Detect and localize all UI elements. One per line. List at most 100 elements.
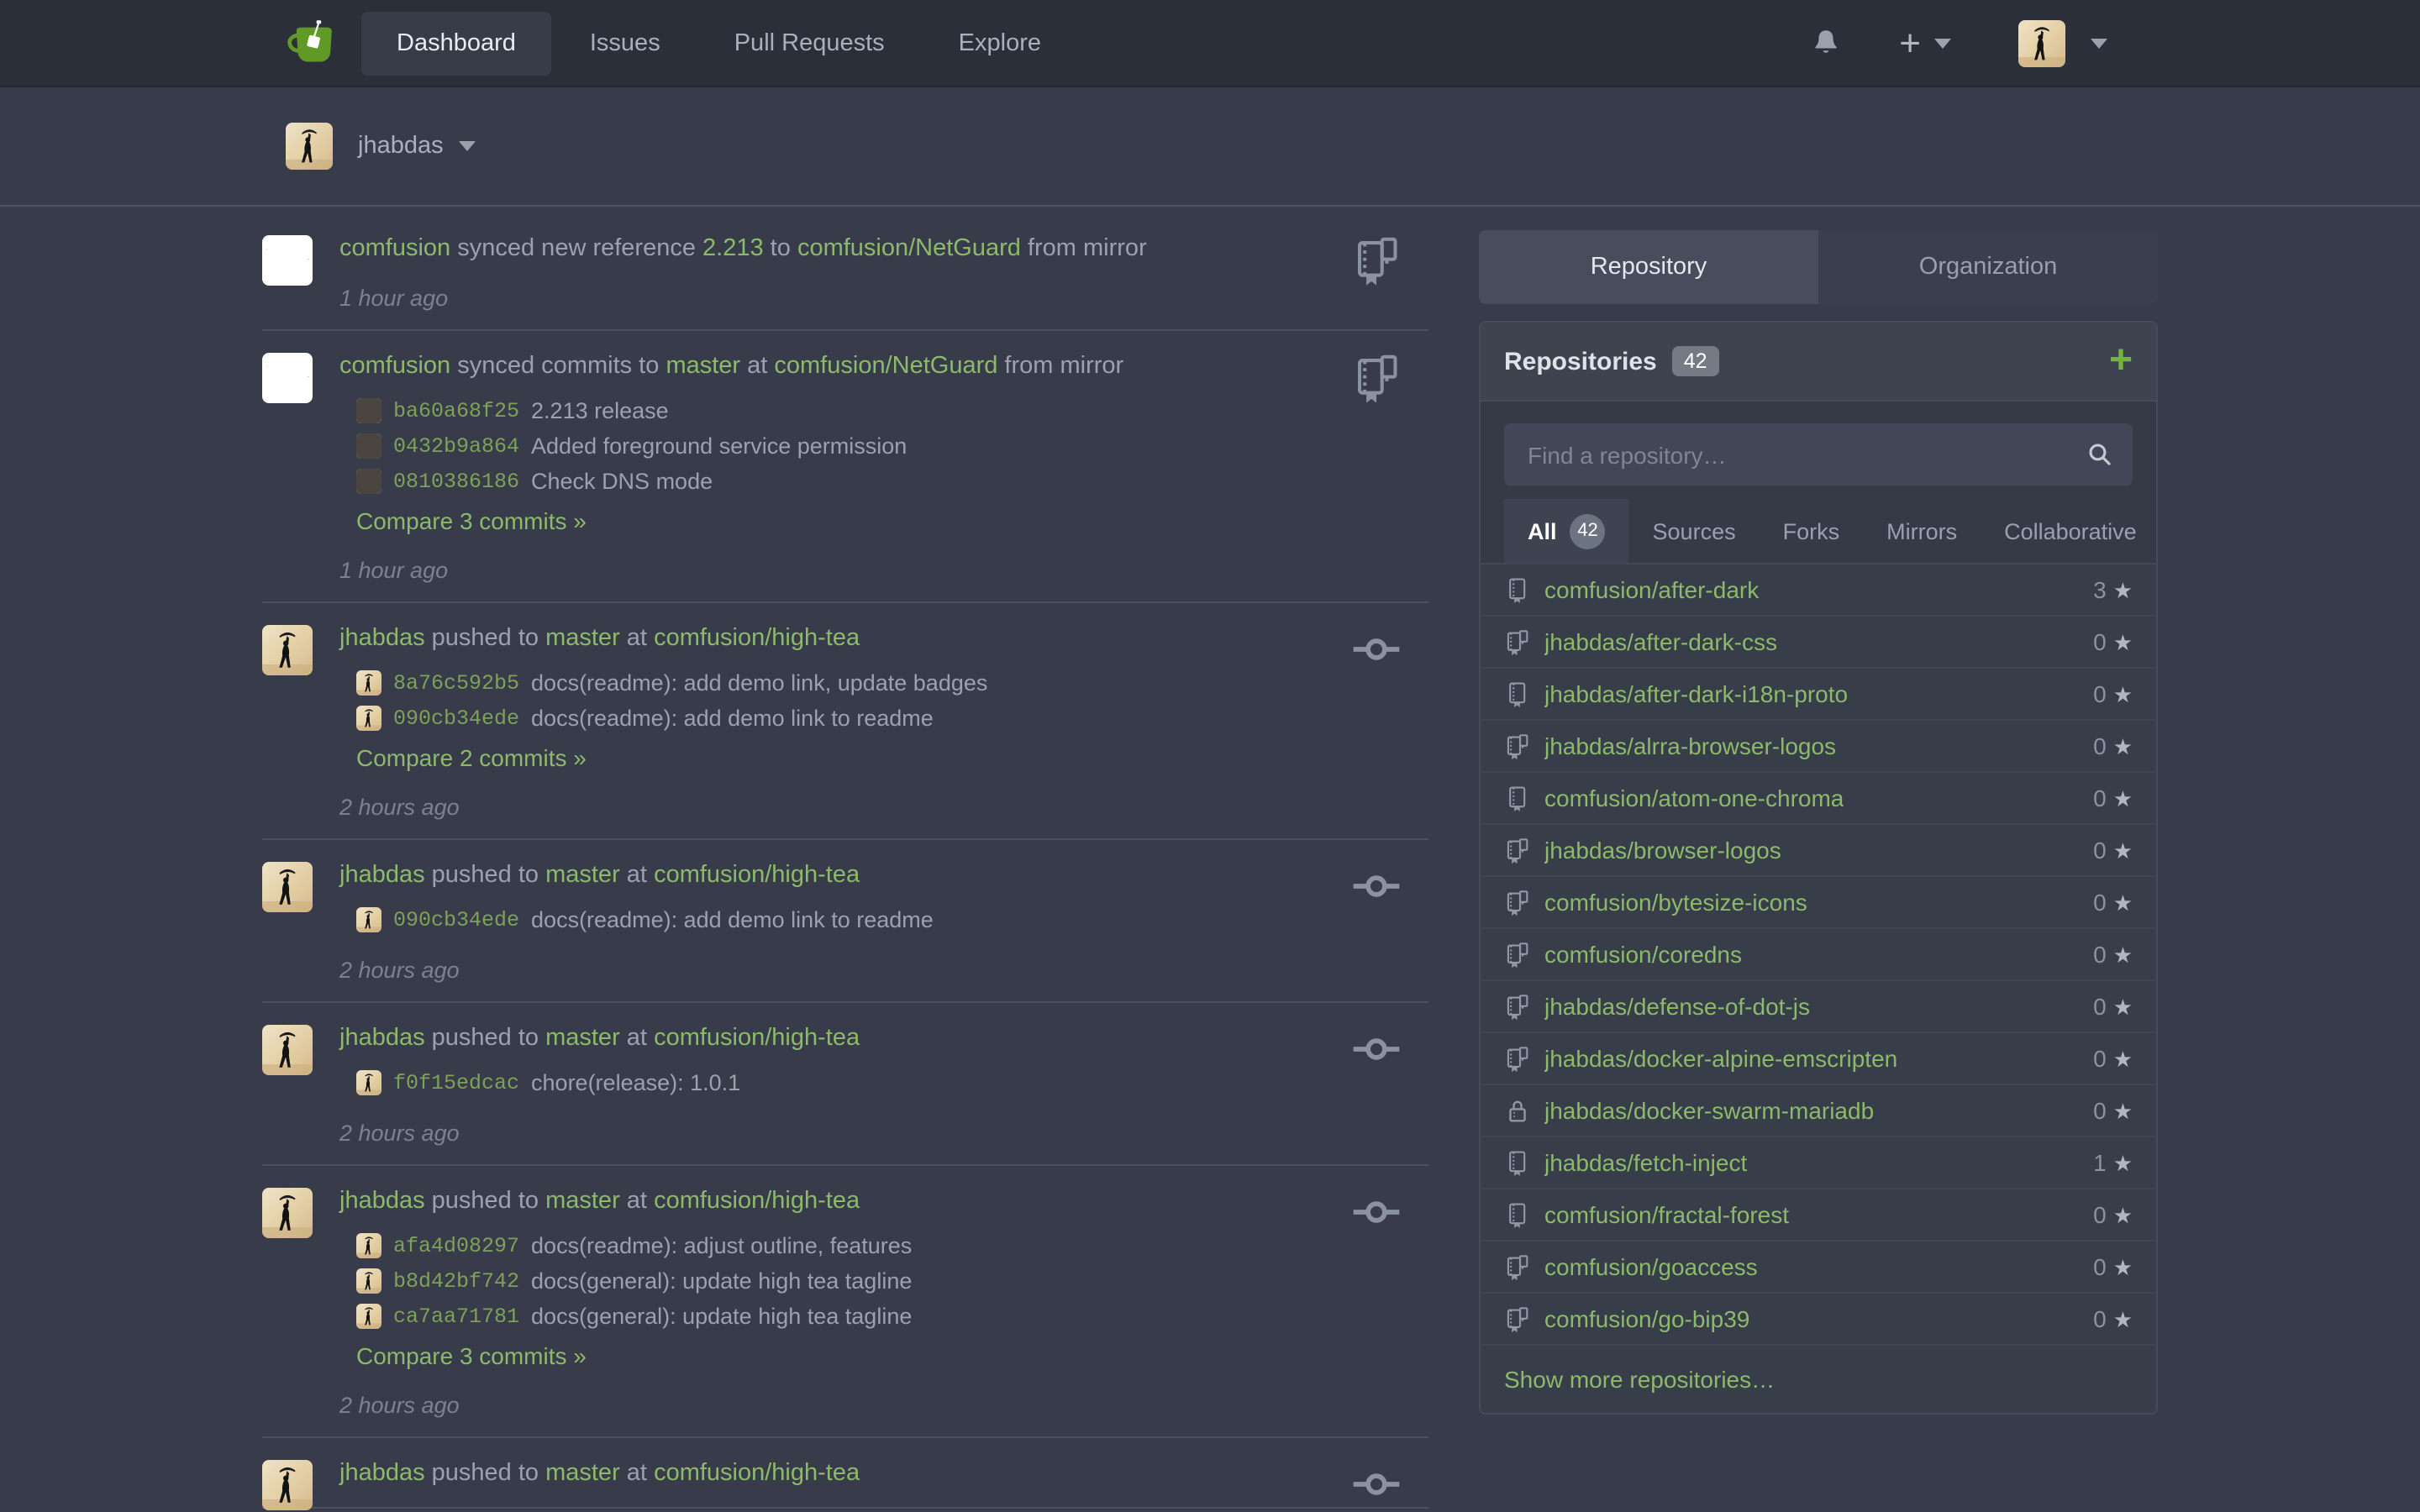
feed-link[interactable]: master [545, 1188, 620, 1215]
commit-sha-link[interactable]: 8a76c592b5 [393, 671, 519, 695]
repo-link[interactable]: jhabdas/fetch-inject [1544, 1149, 1747, 1176]
repo-link[interactable]: jhabdas/docker-alpine-emscripten [1544, 1045, 1897, 1072]
feed-link[interactable]: master [545, 862, 620, 889]
feed-link[interactable]: jhabdas [339, 862, 425, 889]
feed-link[interactable]: comfusion/NetGuard [797, 235, 1021, 262]
feed-text: at [740, 353, 774, 380]
context-switcher[interactable]: jhabdas [358, 133, 476, 160]
repo-link[interactable]: comfusion/coredns [1544, 941, 1742, 968]
commit-list: 8a76c592b5 docs(readme): add demo link, … [356, 665, 1428, 736]
compare-commits-link[interactable]: Compare 3 commits » [356, 1339, 587, 1373]
sidebar-tab-repository[interactable]: Repository [1479, 230, 1818, 304]
commit-message: chore(release): 1.0.1 [531, 1070, 740, 1095]
repo-link[interactable]: comfusion/go-bip39 [1544, 1305, 1749, 1332]
feed-link[interactable]: comfusion/high-tea [654, 625, 860, 652]
repo-list-item[interactable]: comfusion/atom-one-chroma 0 ★ [1481, 773, 2156, 825]
star-count: 0 [2093, 1305, 2107, 1332]
navbar-item-pull-requests[interactable]: Pull Requests [699, 11, 920, 75]
feed-link[interactable]: jhabdas [339, 1188, 425, 1215]
feed-text: at [620, 862, 654, 889]
repo-list-item[interactable]: comfusion/bytesize-icons 0 ★ [1481, 877, 2156, 929]
feed-item-title: comfusion synced new reference 2.213 to … [339, 232, 1428, 265]
filter-tab-sources[interactable]: Sources [1629, 499, 1760, 563]
feed-link[interactable]: comfusion/high-tea [654, 1025, 860, 1052]
avatar[interactable] [286, 123, 333, 170]
feed-link[interactable]: master [545, 1025, 620, 1052]
repo-list-item[interactable]: jhabdas/defense-of-dot-js 0 ★ [1481, 981, 2156, 1033]
commit-sha-link[interactable]: 090cb34ede [393, 706, 519, 730]
commit-sha-link[interactable]: b8d42bf742 [393, 1269, 519, 1293]
navbar-item-explore[interactable]: Explore [923, 11, 1076, 75]
repo-list-item[interactable]: comfusion/goaccess 0 ★ [1481, 1242, 2156, 1294]
feed-link[interactable]: comfusion/high-tea [654, 1460, 860, 1487]
repo-link[interactable]: jhabdas/defense-of-dot-js [1544, 993, 1810, 1020]
commit-message: docs(general): update high tea tagline [531, 1268, 912, 1294]
navbar-item-issues[interactable]: Issues [555, 11, 696, 75]
repo-list-item[interactable]: comfusion/coredns 0 ★ [1481, 929, 2156, 981]
repo-mirror-icon [1504, 940, 1531, 969]
navbar-item-dashboard[interactable]: Dashboard [361, 11, 551, 75]
feed-link[interactable]: jhabdas [339, 1025, 425, 1052]
repo-link[interactable]: comfusion/fractal-forest [1544, 1201, 1789, 1228]
gitea-logo-icon[interactable] [286, 15, 341, 71]
timestamp: 2 hours ago [339, 1121, 1428, 1147]
feed-link[interactable]: comfusion/high-tea [654, 1188, 860, 1215]
repo-list-item[interactable]: jhabdas/after-dark-i18n-proto 0 ★ [1481, 669, 2156, 721]
repo-list-item[interactable]: comfusion/go-bip39 0 ★ [1481, 1294, 2156, 1346]
feed-link[interactable]: master [545, 1460, 620, 1487]
commit-sha-link[interactable]: 0432b9a864 [393, 434, 519, 458]
compare-commits-link[interactable]: Compare 3 commits » [356, 504, 587, 538]
repo-link[interactable]: jhabdas/alrra-browser-logos [1544, 732, 1836, 759]
compare-commits-link[interactable]: Compare 2 commits » [356, 741, 587, 774]
filter-tab-all[interactable]: All 42 [1504, 499, 1629, 563]
sidebar-tab-organization[interactable]: Organization [1818, 230, 2158, 304]
repo-list-item[interactable]: jhabdas/after-dark-css 0 ★ [1481, 617, 2156, 669]
filter-label: All [1528, 518, 1557, 543]
commit-sha-link[interactable]: afa4d08297 [393, 1234, 519, 1257]
commit-sha-link[interactable]: f0f15edcac [393, 1071, 519, 1095]
feed-link[interactable]: comfusion [339, 353, 450, 380]
repo-link[interactable]: jhabdas/after-dark-i18n-proto [1544, 680, 1848, 707]
feed-link[interactable]: jhabdas [339, 625, 425, 652]
repo-list-item[interactable]: jhabdas/fetch-inject 1 ★ [1481, 1137, 2156, 1189]
feed-link[interactable]: master [545, 625, 620, 652]
create-new-button[interactable]: + [1899, 24, 1951, 61]
commit-sha-link[interactable]: ca7aa71781 [393, 1305, 519, 1328]
star-count: 0 [2093, 993, 2107, 1020]
bell-icon[interactable] [1812, 27, 1840, 59]
repo-list-item[interactable]: comfusion/after-dark 3 ★ [1481, 564, 2156, 617]
feed-link[interactable]: comfusion [339, 235, 450, 262]
commit-message: docs(readme): add demo link, update badg… [531, 670, 987, 696]
feed-link[interactable]: jhabdas [339, 1460, 425, 1487]
repo-list-item[interactable]: jhabdas/docker-alpine-emscripten 0 ★ [1481, 1033, 2156, 1085]
feed-link[interactable]: comfusion/NetGuard [774, 353, 997, 380]
feed-item-body: jhabdas pushed to master at comfusion/hi… [339, 1457, 1428, 1490]
commit-sha-link[interactable]: 0810386186 [393, 470, 519, 493]
feed-link[interactable]: master [666, 353, 740, 380]
repo-link[interactable]: comfusion/after-dark [1544, 576, 1759, 603]
filter-tab-forks[interactable]: Forks [1760, 499, 1864, 563]
repo-link[interactable]: comfusion/goaccess [1544, 1253, 1758, 1280]
search-icon[interactable] [2087, 442, 2112, 467]
user-menu-button[interactable] [2018, 19, 2107, 66]
add-repository-button[interactable]: + [2109, 341, 2133, 381]
repo-link[interactable]: jhabdas/browser-logos [1544, 837, 1781, 864]
repo-list-item[interactable]: jhabdas/alrra-browser-logos 0 ★ [1481, 721, 2156, 773]
filter-tab-collaborative[interactable]: Collaborative [1981, 499, 2158, 563]
repo-list-item[interactable]: comfusion/fractal-forest 0 ★ [1481, 1189, 2156, 1242]
show-more-repositories-link[interactable]: Show more repositories… [1481, 1346, 2156, 1413]
repo-list-item[interactable]: jhabdas/browser-logos 0 ★ [1481, 825, 2156, 877]
repo-link[interactable]: comfusion/bytesize-icons [1544, 889, 1807, 916]
commit-sha-link[interactable]: 090cb34ede [393, 908, 519, 932]
repo-link[interactable]: jhabdas/docker-swarm-mariadb [1544, 1097, 1874, 1124]
repo-list-item[interactable]: jhabdas/docker-swarm-mariadb 0 ★ [1481, 1085, 2156, 1137]
star-icon: ★ [2113, 1152, 2133, 1173]
search-input[interactable] [1504, 441, 2133, 468]
feed-link[interactable]: comfusion/high-tea [654, 862, 860, 889]
repo-link[interactable]: comfusion/atom-one-chroma [1544, 785, 1844, 811]
repo-link[interactable]: jhabdas/after-dark-css [1544, 628, 1777, 655]
feed-text: pushed to [425, 1188, 546, 1215]
feed-link[interactable]: 2.213 [702, 235, 764, 262]
filter-tab-mirrors[interactable]: Mirrors [1863, 499, 1981, 563]
commit-sha-link[interactable]: ba60a68f25 [393, 399, 519, 423]
